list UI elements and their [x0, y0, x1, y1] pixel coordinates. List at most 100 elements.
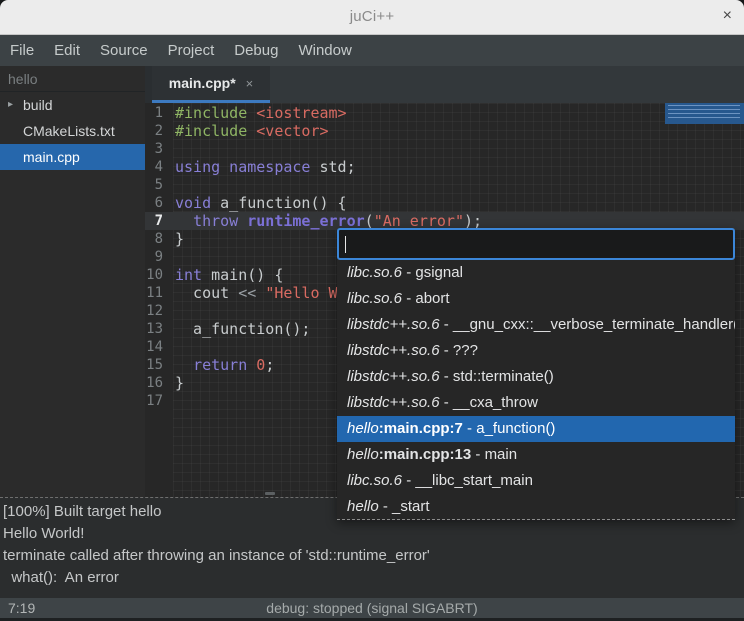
window-title: juCi++ — [0, 8, 744, 25]
stack-frame-item[interactable]: libstdc++.so.6 - ??? — [337, 338, 735, 364]
frame-segment: libc.so.6 — [347, 472, 402, 489]
frame-segment: hello — [347, 420, 379, 437]
code-text — [173, 140, 175, 158]
line-number: 7 — [145, 212, 173, 230]
token: std; — [310, 158, 355, 176]
stack-frame-item[interactable]: hello:main.cpp:7 - a_function() — [337, 416, 735, 442]
menu-project[interactable]: Project — [158, 35, 225, 66]
code-text — [173, 176, 175, 194]
token: a_function(); — [175, 320, 310, 338]
stack-frame-item[interactable]: libstdc++.so.6 - __gnu_cxx::__verbose_te… — [337, 312, 735, 338]
frame-segment: :main.cpp:13 — [379, 446, 472, 463]
frame-segment: libstdc++.so.6 — [347, 368, 440, 385]
line-number: 16 — [145, 374, 173, 392]
line-number: 4 — [145, 158, 173, 176]
expander-icon[interactable]: ▸ — [8, 92, 13, 118]
output-line: Hello World! — [3, 523, 744, 545]
token: cout — [175, 284, 238, 302]
line-number: 1 — [145, 104, 173, 122]
titlebar[interactable]: juCi++ × — [0, 0, 744, 35]
code-text: using namespace std; — [173, 158, 356, 176]
token: } — [175, 374, 184, 392]
frame-filter-input[interactable] — [337, 228, 735, 260]
line-number: 17 — [145, 392, 173, 410]
menu-file[interactable]: File — [0, 35, 44, 66]
token: int — [175, 266, 202, 284]
tooltip-mini-text — [668, 105, 740, 121]
text-cursor — [345, 236, 346, 253]
menu-window[interactable]: Window — [288, 35, 361, 66]
code-text: #include <vector> — [173, 122, 329, 140]
menu-edit[interactable]: Edit — [44, 35, 90, 66]
stack-frame-list: libc.so.6 - gsignallibc.so.6 - abortlibs… — [337, 260, 735, 520]
frame-segment: - a_function() — [463, 420, 556, 437]
stack-frame-item[interactable]: libc.so.6 - abort — [337, 286, 735, 312]
token — [175, 356, 193, 374]
code-text: #include <iostream> — [173, 104, 347, 122]
window-close-icon[interactable]: × — [723, 7, 732, 25]
stack-frame-item[interactable]: hello:main.cpp:13 - main — [337, 442, 735, 468]
pane-resize-grip[interactable] — [265, 492, 275, 495]
line-number: 10 — [145, 266, 173, 284]
token: #include — [175, 122, 256, 140]
tab-main-cpp[interactable]: main.cpp* × — [152, 66, 270, 103]
code-line-5[interactable]: 5 — [145, 176, 744, 194]
code-line-3[interactable]: 3 — [145, 140, 744, 158]
output-line: what(): An error — [3, 567, 744, 589]
code-text: } — [173, 230, 184, 248]
token — [256, 284, 265, 302]
file-tree: ▸buildCMakeLists.txtmain.cpp — [0, 92, 145, 170]
token: } — [175, 230, 184, 248]
line-number: 2 — [145, 122, 173, 140]
line-number: 12 — [145, 302, 173, 320]
app-window: juCi++ × FileEditSourceProjectDebugWindo… — [0, 0, 744, 621]
stack-frame-item[interactable]: libc.so.6 - __libc_start_main — [337, 468, 735, 494]
token: #include — [175, 104, 256, 122]
output-line: terminate called after throwing an insta… — [3, 545, 744, 567]
frame-segment: - gsignal — [402, 264, 463, 281]
token: void — [175, 194, 211, 212]
tabbar: main.cpp* × — [145, 66, 744, 103]
code-text: a_function(); — [173, 320, 310, 338]
tree-item-cmakelists-txt[interactable]: CMakeLists.txt — [0, 118, 145, 144]
tree-item-main-cpp[interactable]: main.cpp — [0, 144, 145, 170]
frame-segment: - _start — [379, 498, 430, 515]
token: <vector> — [256, 122, 328, 140]
menu-debug[interactable]: Debug — [224, 35, 288, 66]
stack-frame-item[interactable]: libc.so.6 - gsignal — [337, 260, 735, 286]
code-line-6[interactable]: 6void a_function() { — [145, 194, 744, 212]
frame-segment: - __libc_start_main — [402, 472, 533, 489]
stack-frame-item[interactable]: libstdc++.so.6 - __cxa_throw — [337, 390, 735, 416]
frame-segment: libstdc++.so.6 — [347, 394, 440, 411]
code-line-1[interactable]: 1#include <iostream> — [145, 104, 744, 122]
frame-segment: hello — [347, 498, 379, 515]
token: return — [193, 356, 247, 374]
token: << — [238, 284, 256, 302]
stack-frame-item[interactable]: hello - _start — [337, 494, 735, 520]
code-line-2[interactable]: 2#include <vector> — [145, 122, 744, 140]
menu-source[interactable]: Source — [90, 35, 158, 66]
token: a_function() { — [211, 194, 346, 212]
frame-segment: - __cxa_throw — [440, 394, 538, 411]
token: main() { — [202, 266, 283, 284]
statusbar: 7:19 debug: stopped (signal SIGABRT) — [0, 598, 744, 618]
project-sidebar: hello ▸buildCMakeLists.txtmain.cpp — [0, 66, 145, 497]
line-number: 11 — [145, 284, 173, 302]
code-text: return 0; — [173, 356, 274, 374]
code-text: int main() { — [173, 266, 283, 284]
frame-segment: libc.so.6 — [347, 290, 402, 307]
frame-segment: - main — [471, 446, 517, 463]
tree-item-build[interactable]: ▸build — [0, 92, 145, 118]
stack-frame-item[interactable]: libstdc++.so.6 - std::terminate() — [337, 364, 735, 390]
code-line-4[interactable]: 4using namespace std; — [145, 158, 744, 176]
token — [247, 356, 256, 374]
frame-segment: - ??? — [440, 342, 478, 359]
line-number: 9 — [145, 248, 173, 266]
token: ; — [265, 356, 274, 374]
code-text — [173, 338, 175, 356]
frame-segment: hello — [347, 446, 379, 463]
line-number: 14 — [145, 338, 173, 356]
code-text — [173, 392, 175, 410]
tab-close-icon[interactable]: × — [246, 76, 254, 91]
frame-segment: - abort — [402, 290, 450, 307]
